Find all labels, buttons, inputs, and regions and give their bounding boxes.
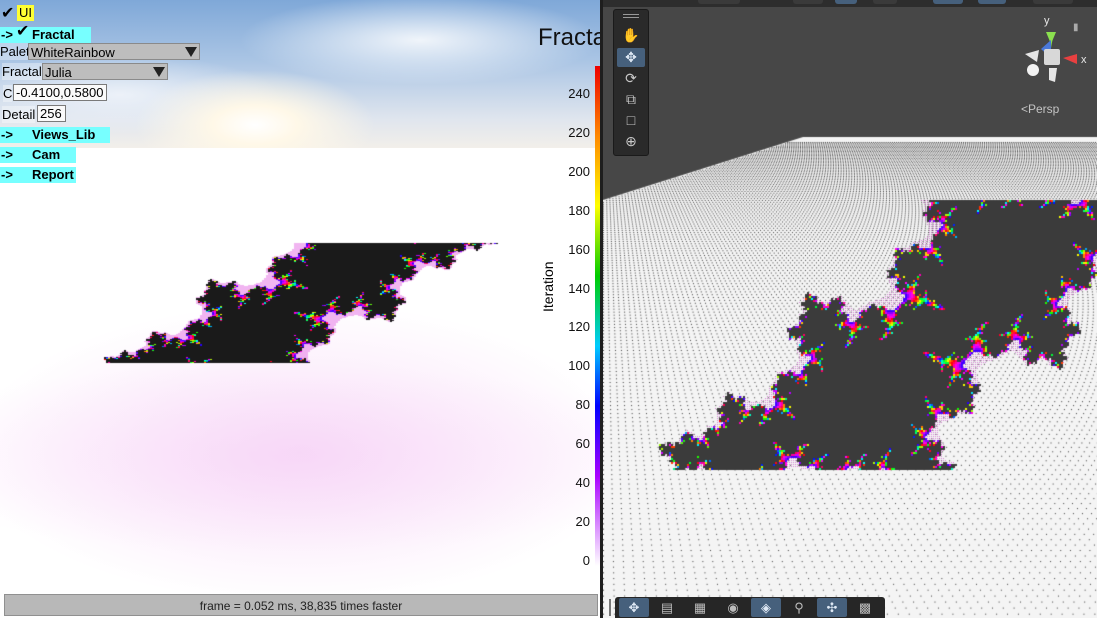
- colorbar-tick-label: 240: [568, 86, 590, 101]
- lock-icon[interactable]: ▮: [1073, 22, 1079, 33]
- persp-toggle[interactable]: <Persp: [1021, 102, 1059, 116]
- rect-icon[interactable]: □: [617, 111, 645, 130]
- gizmo-cube[interactable]: [1044, 49, 1060, 65]
- colorbar-tick-label: 140: [568, 280, 590, 296]
- orientation-gizmo[interactable]: y x: [1011, 14, 1095, 94]
- colorbar-tick-label: 200: [568, 163, 590, 179]
- check-icon: ✔: [1, 5, 15, 22]
- overlay-icon[interactable]: ▩: [850, 598, 880, 617]
- colorbar-tick-label: 20: [575, 513, 590, 529]
- scene-view[interactable]: ✋ ✥ ⟳ ⧉ □ ⊕ y x ▮ <Persp ✥ ▤ ▦ ◉ ◈ ⚲ ✣ ▩: [603, 0, 1097, 618]
- julia-fractal-render: [0, 148, 600, 593]
- globe-icon[interactable]: ◉: [718, 598, 748, 617]
- check-icon: ✔: [16, 23, 30, 40]
- pivot-icon[interactable]: ✣: [817, 598, 847, 617]
- palette-value: WhiteRainbow: [31, 45, 115, 60]
- colorbar-tick-label: 80: [575, 397, 590, 413]
- chevron-down-icon: [185, 47, 197, 57]
- colorbar-tick-label: 180: [568, 202, 590, 218]
- detail-label: Detail: [2, 106, 36, 123]
- chevron-down-icon: [153, 67, 165, 77]
- cam-toggle[interactable]: Cam: [14, 147, 77, 163]
- colorbar-tick-label: 100: [568, 358, 590, 374]
- status-bar: frame = 0.052 ms, 38,835 times faster: [4, 594, 598, 616]
- colorbar-tick-label: 120: [568, 319, 590, 335]
- transform-icon[interactable]: ⊕: [617, 132, 645, 151]
- colorbar-tick-label: 160: [568, 241, 590, 257]
- fractal-toggle[interactable]: ✔ Fractal: [14, 23, 91, 43]
- report-arrow[interactable]: ->: [0, 167, 14, 183]
- detail-field[interactable]: 256: [37, 105, 66, 122]
- scene-toolbar-strip: [603, 0, 1097, 7]
- colorbar-tick-label: 40: [575, 475, 590, 490]
- fractal-expand-arrow[interactable]: ->: [0, 27, 14, 43]
- title-fragment: Fracta: [538, 24, 600, 51]
- panel-icon[interactable]: ▤: [652, 598, 682, 617]
- palette-dropdown[interactable]: WhiteRainbow: [28, 43, 200, 60]
- report-toggle[interactable]: Report: [14, 167, 76, 183]
- transform-tool-panel: ✋ ✥ ⟳ ⧉ □ ⊕: [613, 9, 649, 156]
- fractal-type-dropdown[interactable]: Julia: [42, 63, 168, 80]
- ui-toggle-label[interactable]: UI: [17, 5, 34, 21]
- views-lib-toggle[interactable]: Views_Lib: [14, 127, 110, 143]
- colorbar-tick-label: 0: [582, 552, 590, 568]
- c-label: C: [3, 85, 13, 102]
- fractal-toggle-label: Fractal: [32, 27, 75, 42]
- cam-arrow[interactable]: ->: [0, 147, 14, 163]
- colorbar-tick-label: 60: [575, 436, 590, 452]
- fractal-type-value: Julia: [45, 65, 72, 80]
- move-icon[interactable]: ✥: [617, 48, 645, 67]
- scale-icon[interactable]: ⧉: [617, 90, 645, 109]
- colorbar-tick-label: 220: [568, 124, 590, 140]
- move-icon[interactable]: ✥: [619, 598, 649, 617]
- hand-icon[interactable]: ✋: [617, 26, 645, 45]
- grid-icon[interactable]: ▦: [685, 598, 715, 617]
- game-view: ✔ UI -> ✔ Fractal Palett WhiteRainbow Fr…: [0, 0, 600, 618]
- gizmo-y-label: y: [1044, 15, 1050, 27]
- fractal-plane: [0, 148, 600, 593]
- c-value-field[interactable]: -0.4100,0.5800: [13, 84, 107, 101]
- colorbar-axis-label: Iteration: [540, 261, 556, 312]
- views-lib-arrow[interactable]: ->: [0, 127, 14, 143]
- layers-icon[interactable]: ◈: [751, 598, 781, 617]
- gizmo-x-label: x: [1081, 54, 1087, 66]
- x-axis-cone[interactable]: [1063, 54, 1077, 64]
- scene-bottom-toolbar: ✥ ▤ ▦ ◉ ◈ ⚲ ✣ ▩: [609, 597, 885, 618]
- fractal-label: Fractal: [2, 63, 42, 80]
- rotate-icon[interactable]: ⟳: [617, 69, 645, 88]
- search-icon[interactable]: ⚲: [784, 598, 814, 617]
